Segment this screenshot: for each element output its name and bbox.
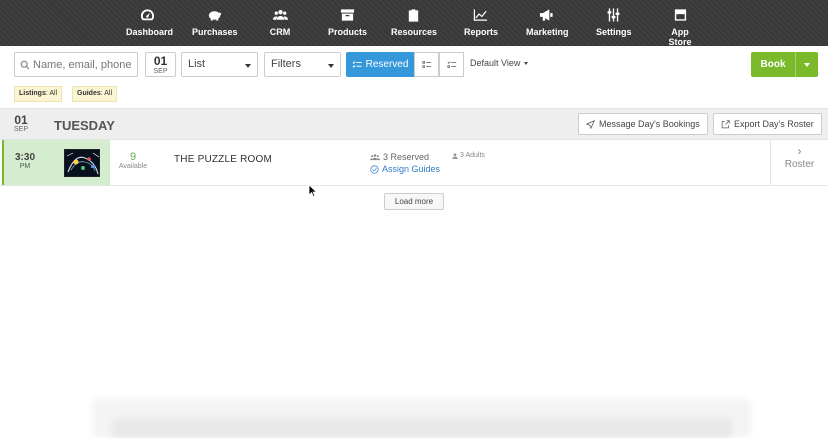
nav-label: Dashboard [126, 27, 174, 37]
message-day-bookings-button[interactable]: Message Day's Bookings [578, 113, 708, 135]
reserved-info: 3 Reserved [370, 152, 429, 162]
sliders-icon [596, 8, 630, 24]
date-month: SEP [153, 68, 168, 75]
checklist-icon [446, 61, 456, 68]
booking-time-value: 3:30 [15, 152, 36, 163]
listing-thumbnail [64, 149, 100, 177]
day-month: SEP [14, 126, 29, 133]
roster-label: Roster [784, 159, 815, 170]
date-day: 01 [153, 54, 168, 68]
assign-guides-link[interactable]: Assign Guides [370, 164, 440, 174]
nav-label: Marketing [526, 27, 569, 37]
nav-reports[interactable]: Reports [464, 8, 499, 42]
listing-title[interactable]: THE PUZZLE ROOM [174, 154, 272, 165]
availability: 9 Available [114, 151, 152, 170]
chip-value: : All [100, 90, 113, 97]
booking-row[interactable]: 3:30 PM 9 Available THE PUZZLE ROOM 3 Re… [0, 140, 828, 186]
user-icon [452, 152, 458, 159]
nav-label: Resources [391, 27, 438, 37]
book-dropdown-toggle[interactable] [796, 62, 818, 67]
piggy-bank-icon [192, 8, 236, 24]
nav-purchases[interactable]: Purchases [192, 8, 238, 42]
caret-down-icon [804, 62, 810, 67]
message-day-bookings-label: Message Day's Bookings [599, 119, 700, 129]
users-icon [266, 8, 294, 24]
day-date: 01 SEP [14, 114, 28, 133]
nav-resources[interactable]: Resources [391, 8, 438, 42]
checklist-view-button[interactable] [439, 52, 464, 77]
search-input[interactable] [33, 58, 133, 71]
nav-products[interactable]: Products [328, 8, 368, 42]
users-icon [370, 154, 380, 161]
booking-ampm: PM [19, 163, 31, 170]
check-circle-icon [370, 164, 379, 174]
search-field[interactable] [14, 52, 138, 77]
chart-line-icon [464, 8, 496, 24]
search-icon [20, 60, 30, 69]
window-icon [659, 8, 701, 24]
nav-label: CRM [269, 27, 291, 37]
reserved-count: 3 Reserved [383, 152, 430, 162]
mouse-cursor-icon [308, 184, 318, 198]
date-picker[interactable]: 01 SEP [145, 52, 176, 77]
export-icon [721, 119, 730, 128]
reserved-label: Reserved [365, 59, 409, 70]
listings-filter-chip[interactable]: Listings: All [14, 86, 63, 102]
guides-filter-chip[interactable]: Guides: All [72, 86, 118, 102]
caret-down-icon [523, 62, 528, 66]
booking-time-cell: 3:30 PM [2, 140, 110, 185]
adults-label: 3 Adults [460, 152, 485, 159]
default-view-dropdown[interactable]: Default View [470, 58, 528, 68]
roster-button[interactable]: › Roster [770, 140, 828, 185]
nav-label: Reports [464, 27, 499, 37]
filters-select-value: Filters [271, 58, 301, 70]
list-view-button[interactable] [414, 52, 439, 77]
reserved-toggle-button[interactable]: Reserved [346, 52, 414, 77]
nav-label: Products [328, 27, 368, 37]
assign-guides-label: Assign Guides [382, 164, 441, 174]
chip-label: Listings [19, 90, 46, 97]
chevron-down-icon [328, 64, 334, 68]
filters-select[interactable]: Filters [264, 52, 341, 77]
chip-label: Guides [77, 90, 101, 97]
day-header: 01 SEP TUESDAY Message Day's Bookings Ex… [0, 108, 828, 140]
nav-label: App Store [668, 27, 692, 47]
chevron-down-icon [245, 64, 251, 68]
chip-value: : All [45, 90, 58, 97]
top-navigation: Dashboard Purchases CRM Products Resourc… [0, 0, 828, 47]
adults-count: 3 Adults [452, 152, 485, 159]
nav-dashboard[interactable]: Dashboard [126, 8, 173, 42]
view-select-value: List [188, 58, 206, 70]
weekday-title: TUESDAY [54, 118, 115, 133]
box-icon [328, 8, 366, 24]
available-label: Available [118, 163, 148, 170]
nav-settings[interactable]: Settings [596, 8, 632, 42]
clipboard-icon [391, 8, 435, 24]
nav-marketing[interactable]: Marketing [526, 8, 569, 42]
blurred-panel-inner [112, 418, 732, 438]
booking-time: 3:30 PM [15, 152, 35, 170]
day-number: 01 [14, 113, 28, 127]
nav-label: Purchases [192, 27, 238, 37]
export-day-roster-label: Export Day's Roster [734, 119, 814, 129]
puzzle-room-image [65, 150, 99, 176]
list-icon [421, 61, 431, 68]
book-label: Book [760, 59, 786, 70]
available-count: 9 [129, 151, 137, 163]
nav-crm[interactable]: CRM [266, 8, 294, 42]
nav-app-store[interactable]: App Store [659, 8, 701, 47]
load-more-button[interactable]: Load more [384, 193, 444, 210]
view-select[interactable]: List [181, 52, 258, 77]
list-check-icon [352, 61, 362, 68]
paper-plane-icon [586, 119, 595, 129]
export-day-roster-button[interactable]: Export Day's Roster [713, 113, 822, 135]
megaphone-icon [526, 8, 566, 24]
dashboard-icon [126, 8, 168, 24]
default-view-label: Default View [470, 58, 521, 68]
chevron-right-icon: › [797, 144, 802, 158]
book-button[interactable]: Book [751, 52, 818, 77]
nav-label: Settings [596, 27, 632, 37]
